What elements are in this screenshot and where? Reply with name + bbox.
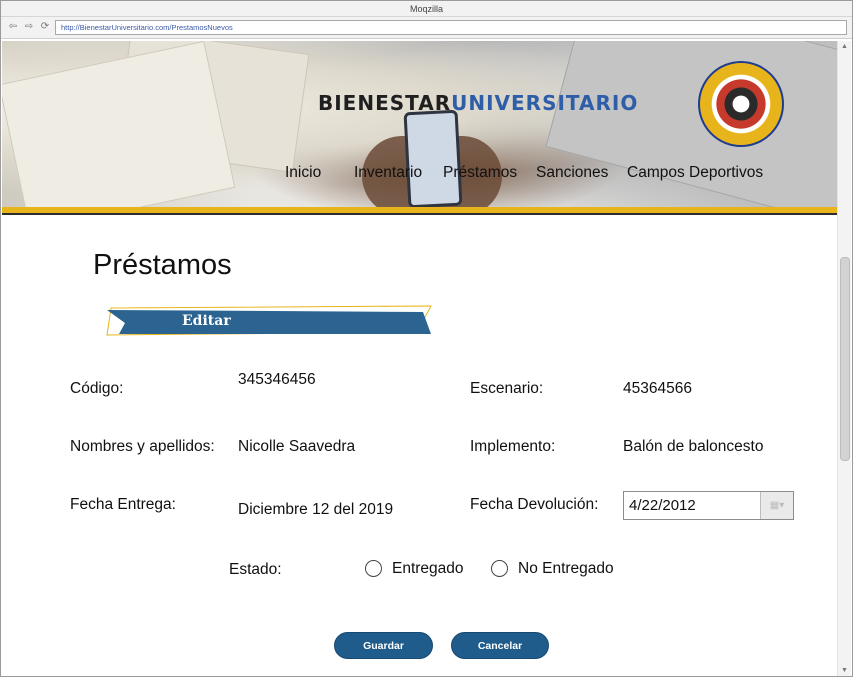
window-title: Moqzilla: [1, 1, 852, 17]
fecha-devolucion-label: Fecha Devolución:: [470, 496, 599, 513]
brand-logo-text: BIENESTARUNIVERSITARIO: [318, 91, 638, 115]
radio-entregado-label[interactable]: Entregado: [392, 560, 464, 578]
nav-item-sanciones[interactable]: Sanciones: [536, 164, 608, 182]
implemento-value: Balón de baloncesto: [623, 438, 764, 455]
estado-label: Estado:: [229, 561, 282, 578]
browser-toolbar: ⇦ ⇨ ⟳ http://BienestarUniversitario.com/…: [1, 17, 852, 39]
calendar-dropdown-icon[interactable]: ▦▾: [760, 492, 793, 519]
fecha-entrega-value: Diciembre 12 del 2019: [238, 501, 394, 518]
edit-ribbon: [106, 305, 432, 336]
header-divider: [2, 207, 839, 215]
scroll-up-icon[interactable]: ▲: [841, 43, 848, 50]
escenario-label: Escenario:: [470, 380, 544, 397]
phone-image: [403, 109, 463, 208]
codigo-label: Código:: [70, 380, 124, 397]
radio-no-entregado[interactable]: [491, 560, 508, 577]
nav-item-inventario[interactable]: Inventario: [354, 164, 422, 182]
nombres-value: Nicolle Saavedra: [238, 438, 356, 455]
university-seal-icon: [698, 61, 784, 147]
laptop-image: [545, 41, 839, 208]
nav-item-prestamos[interactable]: Préstamos: [443, 164, 517, 182]
cancel-button[interactable]: Cancelar: [451, 632, 549, 659]
address-bar[interactable]: http://BienestarUniversitario.com/Presta…: [55, 20, 847, 35]
nav-item-inicio[interactable]: Inicio: [285, 164, 321, 182]
back-arrow-icon[interactable]: ⇦: [7, 21, 19, 33]
fecha-devolucion-value[interactable]: 4/22/2012: [629, 497, 696, 514]
nav-item-campos-deportivos[interactable]: Campos Deportivos: [627, 164, 763, 182]
scroll-down-icon[interactable]: ▼: [841, 667, 848, 674]
save-button[interactable]: Guardar: [334, 632, 433, 659]
escenario-value: 45364566: [623, 380, 692, 397]
newspaper-image: [2, 41, 236, 208]
brand-part2: UNIVERSITARIO: [451, 91, 639, 115]
implemento-label: Implemento:: [470, 438, 556, 455]
codigo-value: 345346456: [238, 371, 316, 388]
nombres-label: Nombres y apellidos:: [70, 438, 215, 455]
edit-ribbon-label: Editar: [182, 313, 231, 329]
vertical-scrollbar[interactable]: ▲ ▼: [837, 41, 851, 676]
fecha-devolucion-input[interactable]: 4/22/2012 ▦▾: [623, 491, 794, 520]
reload-icon[interactable]: ⟳: [39, 21, 51, 33]
page-title: Préstamos: [93, 249, 232, 281]
scroll-thumb[interactable]: [840, 257, 850, 461]
browser-window: Moqzilla ⇦ ⇨ ⟳ http://BienestarUniversit…: [0, 0, 853, 677]
brand-part1: BIENESTAR: [318, 91, 452, 115]
radio-entregado[interactable]: [365, 560, 382, 577]
fecha-entrega-label: Fecha Entrega:: [70, 496, 176, 513]
radio-no-entregado-label[interactable]: No Entregado: [518, 560, 614, 578]
forward-arrow-icon[interactable]: ⇨: [23, 21, 35, 33]
